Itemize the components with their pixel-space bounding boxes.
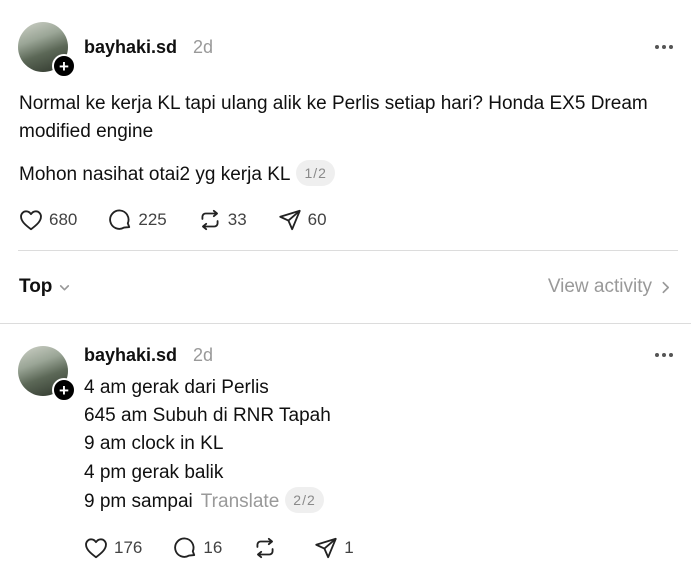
comment-icon bbox=[109, 209, 131, 230]
reply-username[interactable]: bayhaki.sd bbox=[84, 345, 177, 366]
plus-icon[interactable]: + bbox=[52, 378, 76, 402]
share-count: 1 bbox=[344, 538, 354, 557]
post-avatar[interactable]: + bbox=[18, 22, 76, 78]
share-icon bbox=[279, 209, 301, 231]
post-text-line1: Normal ke kerja KL tapi ulang alik ke Pe… bbox=[19, 93, 648, 114]
repost-icon bbox=[256, 537, 274, 559]
heart-icon bbox=[20, 210, 42, 231]
comment-icon bbox=[174, 537, 196, 558]
post-time: 2d bbox=[193, 37, 214, 57]
divider bbox=[18, 250, 678, 251]
like-button[interactable]: 176 bbox=[83, 535, 142, 561]
more-icon[interactable] bbox=[655, 42, 677, 52]
comment-button[interactable]: 225 bbox=[107, 207, 167, 233]
reply-line: 9 am clock in KL bbox=[84, 433, 224, 454]
more-icon[interactable] bbox=[655, 350, 677, 360]
post-text-line3: Mohon nasihat otai2 yg kerja KL 1/2 bbox=[19, 160, 335, 190]
like-count: 680 bbox=[49, 210, 78, 229]
page-indicator: 2/2 bbox=[285, 487, 324, 513]
post-text-line2: modified engine bbox=[19, 121, 154, 142]
view-activity-link[interactable]: View activity bbox=[548, 276, 671, 298]
repost-icon bbox=[201, 209, 219, 231]
like-button[interactable]: 680 bbox=[18, 207, 77, 233]
share-icon bbox=[315, 537, 337, 559]
share-button[interactable]: 60 bbox=[277, 207, 327, 233]
reply-avatar[interactable]: + bbox=[18, 346, 76, 402]
post-text-line3-content: Mohon nasihat otai2 yg kerja KL bbox=[19, 164, 291, 185]
reply-last-line: 9 pm sampai Translate 2/2 bbox=[84, 487, 324, 517]
post-actions: 680 225 33 60 bbox=[18, 207, 357, 233]
translate-link[interactable]: Translate bbox=[201, 491, 280, 512]
repost-count: 33 bbox=[227, 210, 247, 229]
page-indicator: 1/2 bbox=[296, 160, 335, 186]
reply-actions: 176 16 1 bbox=[83, 535, 384, 561]
post-username[interactable]: bayhaki.sd bbox=[84, 37, 177, 58]
reply-line: 9 pm sampai bbox=[84, 491, 193, 512]
comment-count: 16 bbox=[203, 538, 223, 557]
plus-icon[interactable]: + bbox=[52, 54, 76, 78]
share-count: 60 bbox=[307, 210, 327, 229]
view-activity-label: View activity bbox=[547, 276, 652, 297]
chevron-down-icon bbox=[60, 284, 70, 290]
comment-button[interactable]: 16 bbox=[172, 535, 222, 561]
comment-count: 225 bbox=[138, 210, 167, 229]
reply-line: 4 pm gerak balik bbox=[84, 462, 224, 483]
reply-line: 4 am gerak dari Perlis bbox=[84, 377, 269, 398]
repost-button[interactable] bbox=[252, 535, 283, 561]
divider bbox=[0, 323, 691, 324]
heart-icon bbox=[85, 538, 107, 559]
reply-time: 2d bbox=[193, 345, 214, 365]
sort-dropdown[interactable]: Top bbox=[19, 276, 71, 298]
like-count: 176 bbox=[114, 538, 143, 557]
repost-button[interactable]: 33 bbox=[197, 207, 247, 233]
chevron-right-icon bbox=[662, 281, 670, 293]
sort-label: Top bbox=[19, 276, 53, 297]
reply-line: 645 am Subuh di RNR Tapah bbox=[84, 405, 331, 426]
share-button[interactable]: 1 bbox=[313, 535, 354, 561]
